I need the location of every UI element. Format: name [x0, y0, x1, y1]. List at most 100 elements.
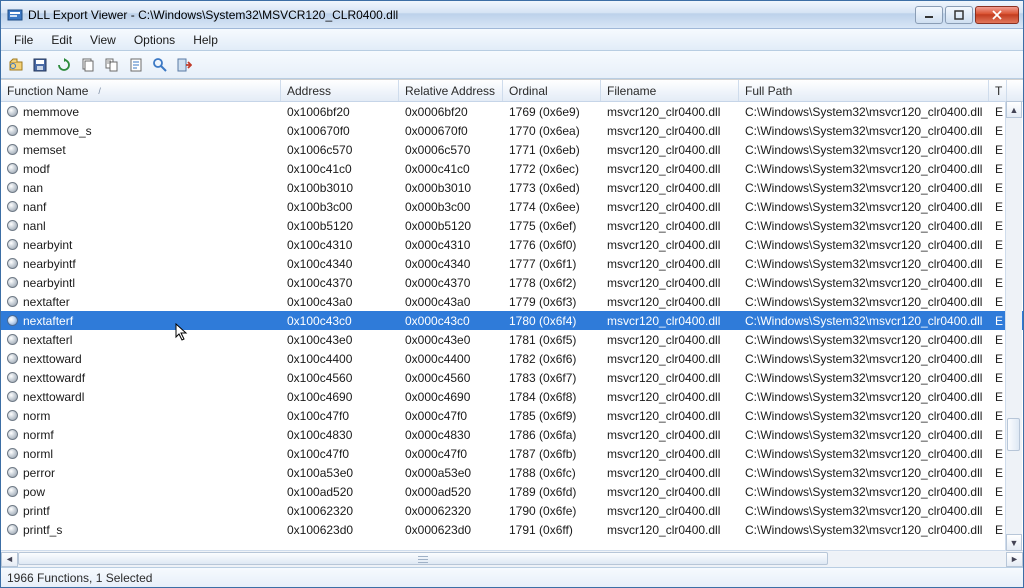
table-row[interactable]: nexttoward0x100c44000x000c44001782 (0x6f…: [1, 349, 1023, 368]
table-row[interactable]: nearbyint0x100c43100x000c43101776 (0x6f0…: [1, 235, 1023, 254]
properties-icon[interactable]: [125, 54, 147, 76]
table-row[interactable]: nearbyintl0x100c43700x000c43701778 (0x6f…: [1, 273, 1023, 292]
cell-ordinal: 1775 (0x6ef): [503, 219, 601, 233]
close-button[interactable]: [975, 6, 1019, 24]
table-row[interactable]: nextafter0x100c43a00x000c43a01779 (0x6f3…: [1, 292, 1023, 311]
scroll-right-button[interactable]: ►: [1006, 552, 1023, 567]
cell-function-name: memmove_s: [1, 124, 281, 138]
grid-body[interactable]: memmove0x1006bf200x0006bf201769 (0x6e9)m…: [1, 102, 1023, 550]
vertical-scrollbar[interactable]: ▲ ▼: [1005, 101, 1022, 551]
table-row[interactable]: normf0x100c48300x000c48301786 (0x6fa)msv…: [1, 425, 1023, 444]
open-file-icon[interactable]: [5, 54, 27, 76]
menu-edit[interactable]: Edit: [42, 31, 81, 49]
cell-relative-address: 0x000c43a0: [399, 295, 503, 309]
table-row[interactable]: norml0x100c47f00x000c47f01787 (0x6fb)msv…: [1, 444, 1023, 463]
horizontal-scrollbar[interactable]: ◄ ►: [1, 550, 1023, 567]
cell-filename: msvcr120_clr0400.dll: [601, 257, 739, 271]
cell-function-name: nexttowardl: [1, 390, 281, 404]
column-header-path[interactable]: Full Path: [739, 80, 989, 101]
cell-address: 0x100c4370: [281, 276, 399, 290]
cell-relative-address: 0x000b3c00: [399, 200, 503, 214]
menu-options[interactable]: Options: [125, 31, 184, 49]
scroll-down-button[interactable]: ▼: [1006, 534, 1022, 551]
minimize-button[interactable]: [915, 6, 943, 24]
function-icon: [7, 353, 18, 364]
menu-help[interactable]: Help: [184, 31, 227, 49]
cell-relative-address: 0x000c4830: [399, 428, 503, 442]
column-header-fn[interactable]: Function Name/: [1, 80, 281, 101]
cell-filename: msvcr120_clr0400.dll: [601, 162, 739, 176]
hscroll-thumb[interactable]: [18, 552, 828, 565]
table-row[interactable]: norm0x100c47f00x000c47f01785 (0x6f9)msvc…: [1, 406, 1023, 425]
exit-icon[interactable]: [173, 54, 195, 76]
vscroll-thumb[interactable]: [1007, 418, 1020, 451]
hscroll-track[interactable]: [18, 552, 1006, 567]
function-icon: [7, 391, 18, 402]
cell-relative-address: 0x000670f0: [399, 124, 503, 138]
table-row[interactable]: nexttowardl0x100c46900x000c46901784 (0x6…: [1, 387, 1023, 406]
column-header-type[interactable]: T: [989, 80, 1007, 101]
cell-fullpath: C:\Windows\System32\msvcr120_clr0400.dll: [739, 523, 989, 537]
table-row[interactable]: perror0x100a53e00x000a53e01788 (0x6fc)ms…: [1, 463, 1023, 482]
statusbar: 1966 Functions, 1 Selected: [1, 567, 1023, 587]
cell-function-name: nexttowardf: [1, 371, 281, 385]
cell-address: 0x100c4400: [281, 352, 399, 366]
table-row[interactable]: nearbyintf0x100c43400x000c43401777 (0x6f…: [1, 254, 1023, 273]
cell-address: 0x100a53e0: [281, 466, 399, 480]
column-header-rel[interactable]: Relative Address: [399, 80, 503, 101]
cell-filename: msvcr120_clr0400.dll: [601, 428, 739, 442]
status-text: 1966 Functions, 1 Selected: [7, 571, 152, 585]
table-row[interactable]: nextafterl0x100c43e00x000c43e01781 (0x6f…: [1, 330, 1023, 349]
copy-icon[interactable]: [77, 54, 99, 76]
cell-ordinal: 1773 (0x6ed): [503, 181, 601, 195]
function-icon: [7, 334, 18, 345]
column-header-file[interactable]: Filename: [601, 80, 739, 101]
cell-relative-address: 0x000c41c0: [399, 162, 503, 176]
table-row[interactable]: printf_s0x100623d00x000623d01791 (0x6ff)…: [1, 520, 1023, 539]
cell-relative-address: 0x000ad520: [399, 485, 503, 499]
cell-fullpath: C:\Windows\System32\msvcr120_clr0400.dll: [739, 428, 989, 442]
cell-relative-address: 0x0006bf20: [399, 105, 503, 119]
grid-header: Function Name/AddressRelative AddressOrd…: [1, 80, 1023, 102]
table-row[interactable]: memset0x1006c5700x0006c5701771 (0x6eb)ms…: [1, 140, 1023, 159]
cell-function-name: nearbyint: [1, 238, 281, 252]
cell-ordinal: 1779 (0x6f3): [503, 295, 601, 309]
cell-ordinal: 1791 (0x6ff): [503, 523, 601, 537]
cell-relative-address: 0x000c4310: [399, 238, 503, 252]
scroll-left-button[interactable]: ◄: [1, 552, 18, 567]
refresh-icon[interactable]: [53, 54, 75, 76]
table-row[interactable]: nanl0x100b51200x000b51201775 (0x6ef)msvc…: [1, 216, 1023, 235]
titlebar[interactable]: DLL Export Viewer - C:\Windows\System32\…: [1, 1, 1023, 29]
table-row[interactable]: pow0x100ad5200x000ad5201789 (0x6fd)msvcr…: [1, 482, 1023, 501]
menu-view[interactable]: View: [81, 31, 125, 49]
table-row[interactable]: memmove0x1006bf200x0006bf201769 (0x6e9)m…: [1, 102, 1023, 121]
cell-relative-address: 0x000b3010: [399, 181, 503, 195]
find-icon[interactable]: [149, 54, 171, 76]
cell-address: 0x100c43a0: [281, 295, 399, 309]
cell-fullpath: C:\Windows\System32\msvcr120_clr0400.dll: [739, 390, 989, 404]
toolbar: [1, 51, 1023, 79]
table-row[interactable]: nanf0x100b3c000x000b3c001774 (0x6ee)msvc…: [1, 197, 1023, 216]
column-header-addr[interactable]: Address: [281, 80, 399, 101]
table-row[interactable]: nan0x100b30100x000b30101773 (0x6ed)msvcr…: [1, 178, 1023, 197]
copy-all-icon[interactable]: [101, 54, 123, 76]
function-icon: [7, 182, 18, 193]
table-row[interactable]: modf0x100c41c00x000c41c01772 (0x6ec)msvc…: [1, 159, 1023, 178]
scroll-up-button[interactable]: ▲: [1006, 101, 1022, 118]
save-icon[interactable]: [29, 54, 51, 76]
cell-address: 0x1006c570: [281, 143, 399, 157]
cell-fullpath: C:\Windows\System32\msvcr120_clr0400.dll: [739, 295, 989, 309]
table-row[interactable]: nextafterf0x100c43c00x000c43c01780 (0x6f…: [1, 311, 1023, 330]
column-header-ord[interactable]: Ordinal: [503, 80, 601, 101]
cell-function-name: norml: [1, 447, 281, 461]
table-row[interactable]: printf0x100623200x000623201790 (0x6fe)ms…: [1, 501, 1023, 520]
maximize-button[interactable]: [945, 6, 973, 24]
menu-file[interactable]: File: [5, 31, 42, 49]
vscroll-track[interactable]: [1006, 118, 1022, 534]
function-icon: [7, 296, 18, 307]
cell-address: 0x10062320: [281, 504, 399, 518]
cell-filename: msvcr120_clr0400.dll: [601, 523, 739, 537]
cell-relative-address: 0x000c4560: [399, 371, 503, 385]
table-row[interactable]: nexttowardf0x100c45600x000c45601783 (0x6…: [1, 368, 1023, 387]
table-row[interactable]: memmove_s0x100670f00x000670f01770 (0x6ea…: [1, 121, 1023, 140]
